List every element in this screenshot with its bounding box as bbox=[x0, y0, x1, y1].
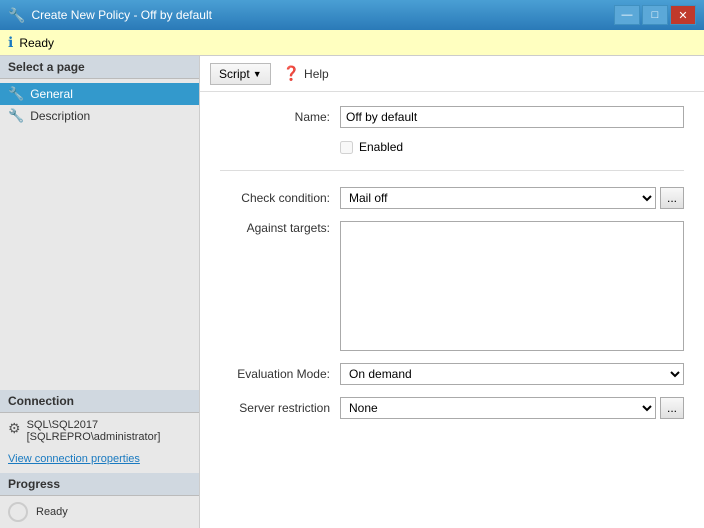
server-restriction-label: Server restriction bbox=[220, 401, 330, 415]
description-label: Description bbox=[30, 109, 90, 123]
progress-spinner bbox=[8, 502, 28, 522]
status-bar: ℹ Ready bbox=[0, 30, 704, 56]
against-targets-textarea[interactable] bbox=[340, 221, 684, 351]
app-icon: 🔧 bbox=[8, 7, 25, 24]
general-label: General bbox=[30, 87, 73, 101]
view-connection-link[interactable]: View connection properties bbox=[0, 449, 199, 473]
page-list: 🔧 General 🔧 Description bbox=[0, 79, 199, 131]
server-restriction-select[interactable]: None bbox=[340, 397, 656, 419]
help-icon: ❓ bbox=[283, 65, 300, 82]
name-input[interactable] bbox=[340, 106, 684, 128]
name-label: Name: bbox=[220, 110, 330, 124]
sidebar-item-description[interactable]: 🔧 Description bbox=[0, 105, 199, 127]
evaluation-mode-label: Evaluation Mode: bbox=[220, 367, 330, 381]
help-label: Help bbox=[304, 67, 329, 81]
evaluation-mode-container: On demand On change On schedule bbox=[340, 363, 684, 385]
enabled-checkbox[interactable] bbox=[340, 141, 353, 154]
name-row: Name: bbox=[220, 106, 684, 128]
content-area: Script ▼ ❓ Help Name: Enabled C bbox=[200, 56, 704, 528]
minimize-button[interactable]: — bbox=[614, 5, 640, 25]
close-button[interactable]: ✕ bbox=[670, 5, 696, 25]
connection-info: ⚙ SQL\SQL2017 [SQLREPRO\administrator] bbox=[0, 413, 199, 449]
window-controls[interactable]: — □ ✕ bbox=[614, 5, 696, 25]
title-bar: 🔧 Create New Policy - Off by default — □… bbox=[0, 0, 704, 30]
check-condition-label: Check condition: bbox=[220, 191, 330, 205]
wrench-icon-2: 🔧 bbox=[8, 108, 24, 124]
script-label: Script bbox=[219, 67, 250, 81]
enabled-label: Enabled bbox=[359, 140, 403, 154]
server-name: SQL\SQL2017 bbox=[27, 419, 161, 431]
server-restriction-container: None ... bbox=[340, 397, 684, 419]
against-targets-row: Against targets: bbox=[220, 221, 684, 351]
sidebar: Select a page 🔧 General 🔧 Description Co… bbox=[0, 56, 200, 528]
help-button[interactable]: ❓ Help bbox=[275, 62, 337, 85]
status-text: Ready bbox=[19, 36, 54, 50]
sidebar-item-general[interactable]: 🔧 General bbox=[0, 83, 199, 105]
divider-1 bbox=[220, 170, 684, 171]
select-page-header: Select a page bbox=[0, 56, 199, 79]
connection-section: ⚙ SQL\SQL2017 [SQLREPRO\administrator] V… bbox=[0, 413, 199, 473]
window-title: Create New Policy - Off by default bbox=[31, 8, 212, 22]
evaluation-mode-select[interactable]: On demand On change On schedule bbox=[340, 363, 684, 385]
database-icon: ⚙ bbox=[8, 420, 21, 437]
progress-content: Ready bbox=[0, 496, 199, 528]
evaluation-mode-row: Evaluation Mode: On demand On change On … bbox=[220, 363, 684, 385]
status-icon: ℹ bbox=[8, 34, 13, 51]
script-button[interactable]: Script ▼ bbox=[210, 63, 271, 85]
check-condition-row: Check condition: Mail off Mail on ... bbox=[220, 187, 684, 209]
check-condition-browse-button[interactable]: ... bbox=[660, 187, 684, 209]
connection-header: Connection bbox=[0, 390, 199, 413]
form-content: Name: Enabled Check condition: Mail off … bbox=[200, 92, 704, 528]
maximize-button[interactable]: □ bbox=[642, 5, 668, 25]
check-condition-select[interactable]: Mail off Mail on bbox=[340, 187, 656, 209]
server-restriction-row: Server restriction None ... bbox=[220, 397, 684, 419]
dropdown-arrow-icon: ▼ bbox=[253, 69, 262, 79]
server-restriction-browse-button[interactable]: ... bbox=[660, 397, 684, 419]
progress-status: Ready bbox=[36, 506, 68, 518]
server-user: [SQLREPRO\administrator] bbox=[27, 431, 161, 443]
enabled-row: Enabled bbox=[340, 140, 684, 154]
toolbar: Script ▼ ❓ Help bbox=[200, 56, 704, 92]
progress-header: Progress bbox=[0, 473, 199, 496]
check-condition-container: Mail off Mail on ... bbox=[340, 187, 684, 209]
wrench-icon: 🔧 bbox=[8, 86, 24, 102]
against-targets-label: Against targets: bbox=[220, 221, 330, 235]
progress-section: Ready bbox=[0, 496, 199, 528]
